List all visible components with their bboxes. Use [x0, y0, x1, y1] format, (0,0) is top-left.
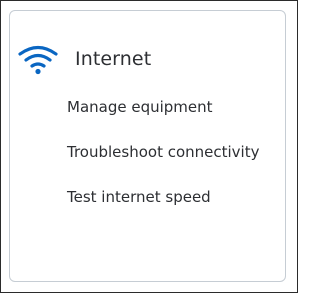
troubleshoot-connectivity-link[interactable]: Troubleshoot connectivity: [67, 142, 260, 187]
card-header: Internet: [18, 39, 151, 79]
card-title: Internet: [75, 47, 152, 70]
test-internet-speed-link[interactable]: Test internet speed: [67, 187, 260, 232]
screenshot-frame: Internet Manage equipment Troubleshoot c…: [0, 0, 298, 293]
internet-links: Manage equipment Troubleshoot connectivi…: [67, 97, 260, 232]
manage-equipment-link[interactable]: Manage equipment: [67, 97, 260, 142]
wifi-icon: [18, 43, 58, 75]
internet-card: Internet Manage equipment Troubleshoot c…: [9, 10, 286, 282]
